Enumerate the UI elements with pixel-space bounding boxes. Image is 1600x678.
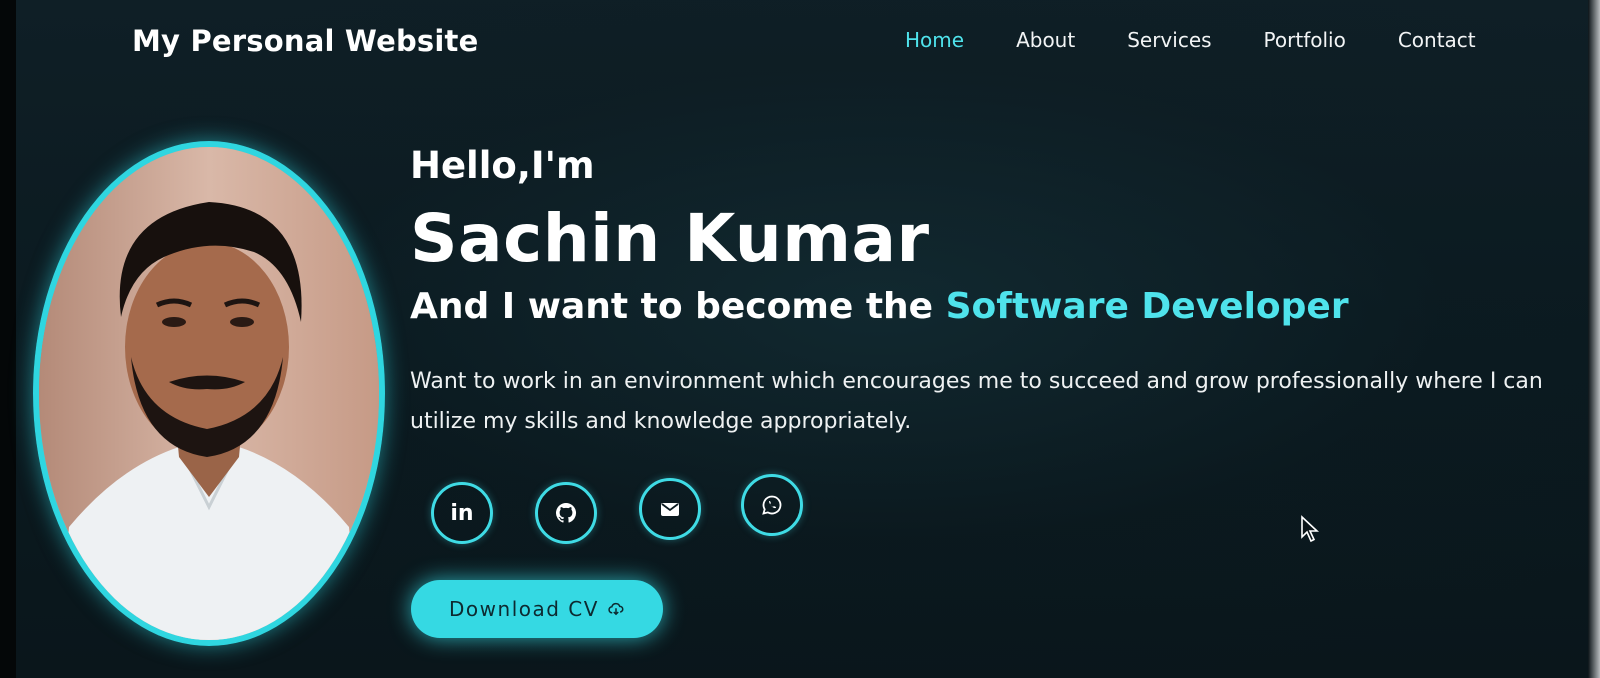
tagline-accent: Software Developer [945, 286, 1349, 327]
download-cv-label: Download CV [449, 597, 599, 621]
email-button[interactable] [639, 478, 701, 540]
whatsapp-icon [762, 495, 782, 515]
github-icon [555, 502, 577, 523]
email-icon [661, 503, 679, 516]
main-nav: Home About Services Portfolio Contact [905, 28, 1528, 52]
cloud-download-icon [608, 602, 624, 616]
site-logo[interactable]: My Personal Website [132, 24, 478, 58]
linkedin-button[interactable]: in [431, 482, 493, 544]
mouse-cursor-icon [1301, 515, 1320, 543]
tagline-prefix: And I want to become the [410, 286, 946, 327]
hero-name: Sachin Kumar [410, 200, 930, 277]
monitor-bezel-left [0, 0, 16, 678]
hero-description: Want to work in an environment which enc… [410, 369, 1543, 434]
linkedin-icon: in [450, 500, 474, 526]
nav-home[interactable]: Home [905, 28, 964, 52]
hero-greeting: Hello,I'm [410, 144, 595, 187]
hero-tagline: And I want to become the Software Develo… [410, 286, 1349, 327]
nav-contact[interactable]: Contact [1398, 28, 1476, 52]
download-cv-button[interactable]: Download CV [411, 580, 663, 638]
profile-photo-illustration [39, 147, 379, 640]
nav-services[interactable]: Services [1127, 28, 1211, 52]
browser-viewport: My Personal Website Home About Services … [0, 0, 1600, 678]
whatsapp-button[interactable] [741, 474, 803, 536]
profile-photo [33, 141, 385, 646]
monitor-bezel-right [1588, 0, 1600, 678]
nav-portfolio[interactable]: Portfolio [1264, 28, 1346, 52]
github-button[interactable] [535, 482, 597, 544]
nav-about[interactable]: About [1016, 28, 1075, 52]
